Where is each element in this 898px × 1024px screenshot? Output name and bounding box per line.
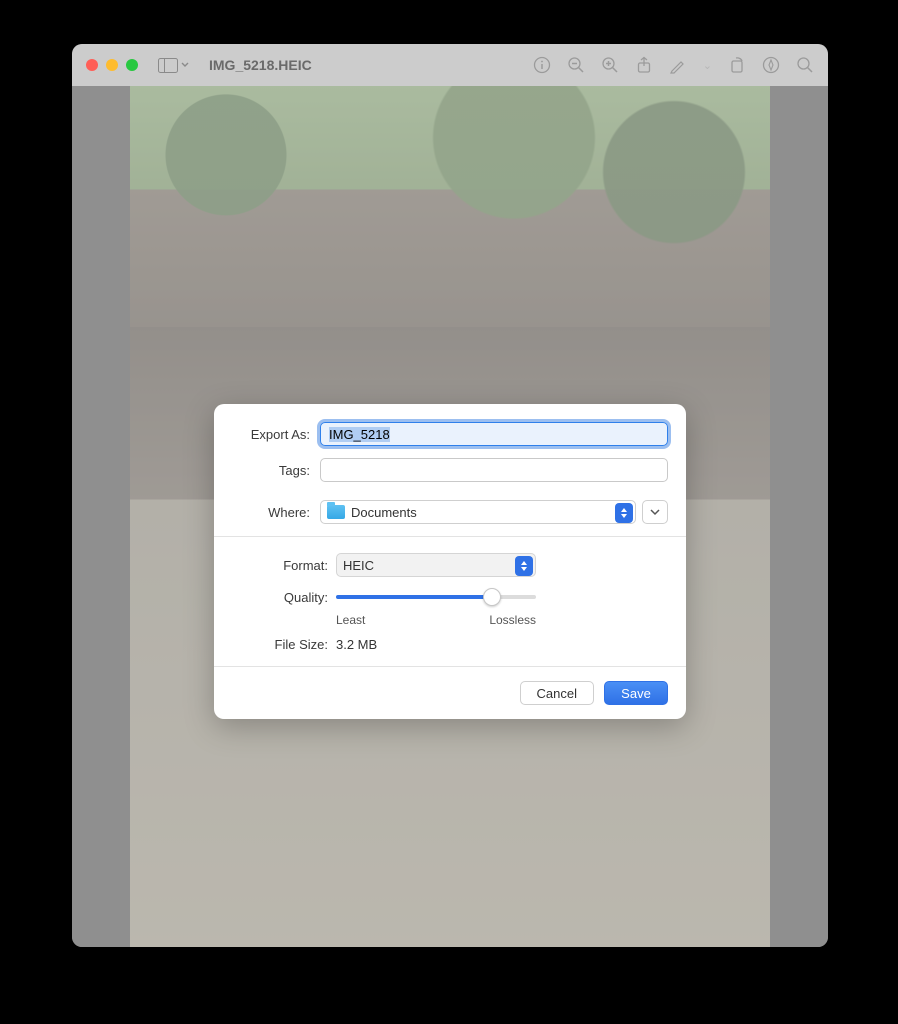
zoom-out-button[interactable]: [567, 56, 585, 74]
quality-min-label: Least: [336, 613, 365, 627]
export-as-input[interactable]: [320, 422, 668, 446]
divider: [214, 536, 686, 537]
filesize-label: File Size:: [232, 637, 328, 652]
close-window-button[interactable]: [86, 59, 98, 71]
where-value: Documents: [351, 505, 417, 520]
export-dialog: Export As: Tags: Where: Documents: [214, 404, 686, 719]
sidebar-toggle-button[interactable]: [158, 58, 189, 73]
search-icon: [796, 56, 814, 74]
slider-legend: Least Lossless: [336, 613, 536, 627]
toolbar-search-button[interactable]: [796, 56, 814, 74]
chevron-down-icon: [650, 509, 660, 516]
share-button[interactable]: [635, 56, 653, 74]
info-icon: [533, 56, 551, 74]
toolbar-chevron-icon[interactable]: ⌄: [703, 59, 712, 72]
window-controls: [86, 59, 138, 71]
export-as-label: Export As:: [232, 427, 310, 442]
image-viewport: Export As: Tags: Where: Documents: [72, 86, 828, 947]
where-expand-button[interactable]: [642, 500, 668, 524]
where-label: Where:: [232, 505, 310, 520]
dialog-footer: Cancel Save: [214, 666, 686, 719]
rotate-icon: [728, 56, 746, 74]
info-button[interactable]: [533, 56, 551, 74]
format-label: Format:: [232, 558, 328, 573]
minimize-window-button[interactable]: [106, 59, 118, 71]
preview-app-window: IMG_5218.HEIC ⌄: [72, 44, 828, 947]
where-popup[interactable]: Documents: [320, 500, 636, 524]
zoom-out-icon: [567, 56, 585, 74]
filesize-value: 3.2 MB: [336, 637, 377, 652]
slider-track: [336, 595, 536, 599]
chevron-down-icon: [181, 62, 189, 68]
format-popup[interactable]: HEIC: [336, 553, 536, 577]
tags-input[interactable]: [320, 458, 668, 482]
quality-max-label: Lossless: [489, 613, 536, 627]
rotate-button[interactable]: [728, 56, 746, 74]
zoom-in-icon: [601, 56, 619, 74]
folder-icon: [327, 505, 345, 519]
updown-icon: [515, 556, 533, 576]
inspector-icon: [762, 56, 780, 74]
toolbar-right: ⌄: [533, 56, 814, 74]
format-value: HEIC: [343, 558, 374, 573]
cancel-button[interactable]: Cancel: [520, 681, 594, 705]
share-icon: [635, 56, 653, 74]
markup-icon: [669, 56, 687, 74]
inspector-button[interactable]: [762, 56, 780, 74]
save-button[interactable]: Save: [604, 681, 668, 705]
markup-button[interactable]: [669, 56, 687, 74]
fullscreen-window-button[interactable]: [126, 59, 138, 71]
titlebar: IMG_5218.HEIC ⌄: [72, 44, 828, 86]
updown-icon: [615, 503, 633, 523]
zoom-in-button[interactable]: [601, 56, 619, 74]
sidebar-icon: [158, 58, 178, 73]
quality-label: Quality:: [232, 590, 328, 605]
slider-thumb[interactable]: [483, 588, 501, 606]
quality-slider[interactable]: [336, 587, 536, 607]
window-title: IMG_5218.HEIC: [209, 57, 312, 73]
tags-label: Tags:: [232, 463, 310, 478]
